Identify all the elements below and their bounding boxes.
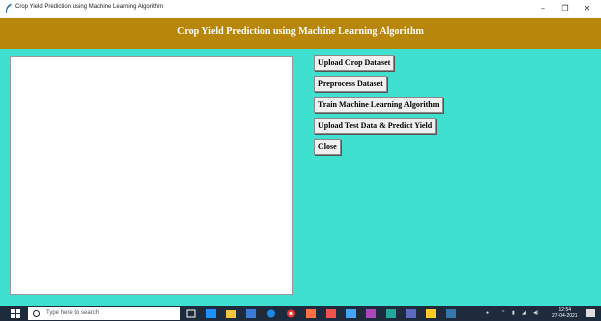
minimize-button[interactable]: – [536, 3, 550, 14]
task-view-icon[interactable] [186, 309, 196, 318]
upload-crop-dataset-button[interactable]: Upload Crop Dataset [314, 55, 395, 71]
network-icon[interactable]: ◢ [522, 310, 526, 316]
edge-icon[interactable] [206, 309, 216, 318]
people-icon[interactable]: ● [486, 310, 489, 316]
page-title: Crop Yield Prediction using Machine Lear… [177, 26, 424, 37]
window-title-bar: Crop Yield Prediction using Machine Lear… [0, 0, 601, 18]
volume-icon[interactable]: ◀) [533, 310, 539, 316]
chevron-up-icon[interactable]: ^ [502, 310, 504, 316]
upload-test-data-predict-button[interactable]: Upload Test Data & Predict Yield [314, 118, 437, 134]
chrome-icon[interactable] [286, 309, 296, 318]
maximize-button[interactable]: ❐ [558, 3, 572, 14]
microphone-icon[interactable] [166, 309, 176, 318]
app-icon-1[interactable] [306, 309, 316, 318]
close-window-button[interactable]: ✕ [580, 3, 594, 14]
store-icon[interactable] [246, 309, 256, 318]
output-text-area[interactable] [10, 56, 293, 295]
close-button[interactable]: Close [314, 139, 341, 155]
app-icon-2[interactable] [326, 309, 336, 318]
header-banner: Crop Yield Prediction using Machine Lear… [0, 18, 601, 49]
python-icon[interactable] [446, 309, 456, 318]
app-icon-4[interactable] [366, 309, 376, 318]
app-icon-5[interactable] [386, 309, 396, 318]
app-icon-3[interactable] [346, 309, 356, 318]
app-icon-6[interactable] [406, 309, 416, 318]
taskbar-clock[interactable]: 12:54 27-04-2021 [552, 307, 578, 319]
search-icon [33, 310, 40, 317]
windows-taskbar: Type here to search ● ^ ▮ ◢ ◀) 12:54 27-… [0, 306, 601, 321]
train-ml-algorithm-button[interactable]: Train Machine Learning Algorithm [314, 97, 444, 113]
window-title: Crop Yield Prediction using Machine Lear… [15, 4, 164, 10]
taskbar-search-input[interactable]: Type here to search [28, 307, 180, 320]
windows-start-icon[interactable] [11, 309, 20, 318]
clock-date: 27-04-2021 [552, 313, 578, 319]
app-icon-7[interactable] [426, 309, 436, 318]
feather-icon [6, 4, 12, 13]
search-placeholder: Type here to search [46, 310, 100, 316]
file-explorer-icon[interactable] [226, 309, 236, 318]
notification-icon[interactable] [586, 309, 595, 317]
battery-icon[interactable]: ▮ [512, 310, 515, 316]
preprocess-dataset-button[interactable]: Preprocess Dataset [314, 76, 387, 92]
ie-icon[interactable] [266, 309, 276, 318]
